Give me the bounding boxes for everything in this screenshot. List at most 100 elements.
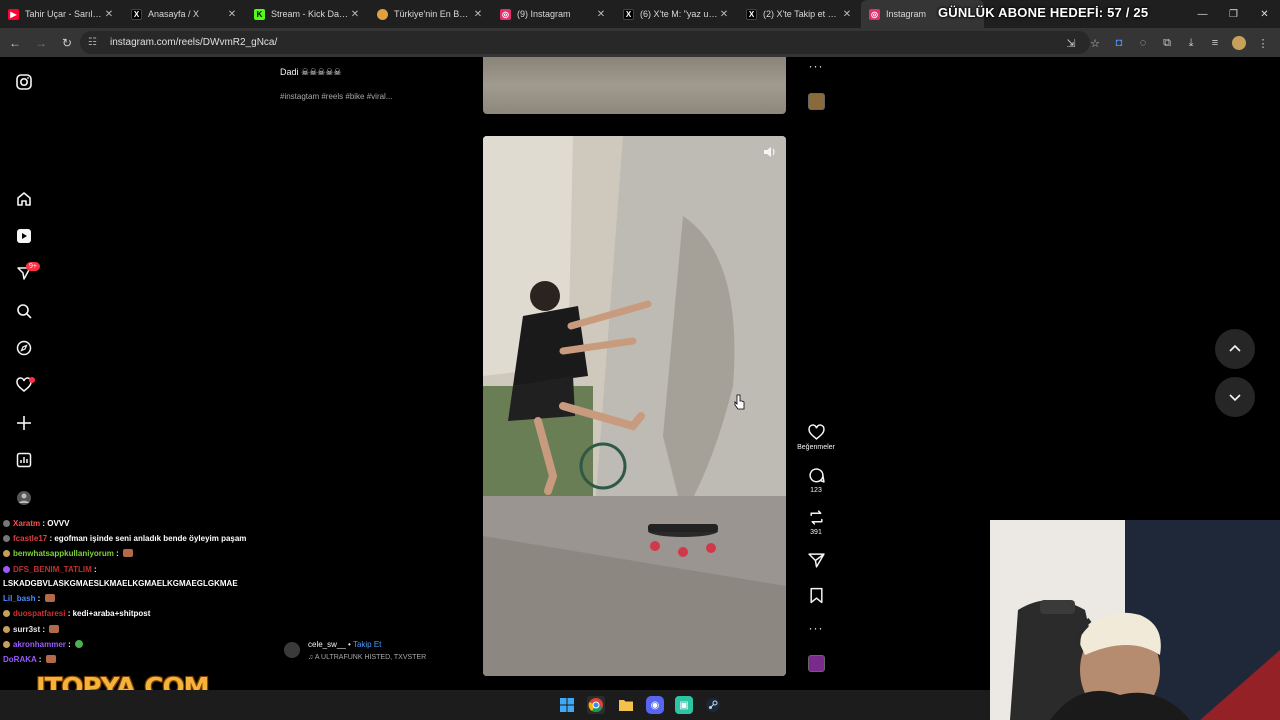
- previous-reel-video[interactable]: [483, 57, 786, 114]
- app-icon[interactable]: ▣: [675, 696, 693, 714]
- tab-0[interactable]: ▶ Tahir Uçar - Sarılara B ✕: [0, 0, 123, 28]
- install-app-icon[interactable]: ⇲: [1060, 32, 1082, 54]
- chat-emote: [49, 625, 60, 633]
- instagram-logo-icon[interactable]: [14, 72, 34, 92]
- close-window-icon[interactable]: ✕: [1249, 0, 1280, 28]
- search-icon[interactable]: [14, 301, 34, 321]
- url-text: instagram.com/reels/DWvmR2_gNca/: [110, 37, 278, 48]
- profile-avatar[interactable]: [14, 488, 34, 508]
- audio-track-name: A ULTRAFUNK HISTED, TXVSTER: [314, 654, 427, 661]
- comment-button[interactable]: 123: [796, 467, 836, 494]
- tab-4[interactable]: ◎ (9) Instagram ✕: [492, 0, 615, 28]
- save-button[interactable]: [796, 587, 836, 604]
- tab-1[interactable]: X Anasayfa / X ✕: [123, 0, 246, 28]
- chat-message: DoRAKA :: [3, 655, 56, 664]
- bookmark-star-icon[interactable]: ☆: [1084, 32, 1106, 54]
- chevron-down-icon: [1229, 394, 1241, 402]
- screen: ▶ Tahir Uçar - Sarılara B ✕ X Anasayfa /…: [0, 0, 1280, 720]
- audio-thumbnail-current[interactable]: [796, 655, 836, 672]
- chrome-icon[interactable]: [587, 696, 605, 714]
- discord-icon[interactable]: ◉: [646, 696, 664, 714]
- profile-avatar[interactable]: [1228, 32, 1250, 54]
- post-caption[interactable]: #instagtam #reels #bike #viral...: [280, 92, 393, 101]
- more-options[interactable]: ···: [796, 621, 836, 635]
- close-icon[interactable]: ✕: [718, 9, 730, 20]
- close-icon[interactable]: ✕: [595, 9, 607, 20]
- extension-icon[interactable]: ◘: [1108, 32, 1130, 54]
- repost-icon: [809, 510, 823, 525]
- notification-dot: [29, 377, 35, 383]
- share-button[interactable]: [796, 552, 836, 569]
- home-icon[interactable]: [14, 189, 34, 209]
- menu-icon[interactable]: ⋮: [1252, 32, 1274, 54]
- chat-message: duospatfaresi : kedi+araba+shitpost: [3, 609, 150, 618]
- follow-button[interactable]: Takip Et: [353, 640, 381, 649]
- media-control-icon[interactable]: ≡: [1204, 32, 1226, 54]
- kick-icon: K: [254, 8, 265, 20]
- maximize-icon[interactable]: ❐: [1218, 0, 1249, 28]
- url-field[interactable]: ☷ instagram.com/reels/DWvmR2_gNca/: [80, 31, 1090, 54]
- chat-badge-icon: [3, 520, 10, 527]
- next-reel-button[interactable]: [1215, 377, 1255, 417]
- chat-user: DFS_BENIM_TATLIM: [13, 565, 92, 574]
- tab-5[interactable]: X (6) X'te M: "yaz ufakt ✕: [615, 0, 738, 28]
- audio-thumbnail-prev[interactable]: [796, 93, 836, 110]
- chat-message: LSKADGBVLASKGMAESLKMAELKGMAELKGMAEGLGKMA…: [3, 579, 238, 588]
- tab-label: Stream - Kick Dashbo: [271, 9, 349, 19]
- create-plus-icon[interactable]: [14, 413, 34, 433]
- chat-message: DFS_BENIM_TATLIM :: [3, 565, 97, 574]
- tab-label: Tahir Uçar - Sarılara B: [25, 9, 103, 19]
- site-info-icon[interactable]: ☷: [88, 37, 100, 49]
- close-icon[interactable]: ✕: [103, 9, 115, 20]
- webcam-frame: [990, 520, 1280, 720]
- reels-icon[interactable]: [14, 226, 34, 246]
- x-icon: X: [623, 8, 634, 20]
- chat-message: benwhatsappkullaniyorum :: [3, 549, 134, 558]
- tab-3[interactable]: Türkiye'nin En Büyük ✕: [369, 0, 492, 28]
- chat-user: akronhammer: [13, 640, 66, 649]
- comment-count: 123: [810, 487, 822, 494]
- chat-emote: [44, 594, 55, 602]
- instagram-icon: ◎: [869, 8, 880, 20]
- previous-reel-button[interactable]: [1215, 329, 1255, 369]
- heart-icon: [807, 424, 825, 440]
- dashboard-icon[interactable]: [14, 450, 34, 470]
- address-bar-row: ← → ↻ ☷ instagram.com/reels/DWvmR2_gNca/…: [0, 28, 1280, 57]
- close-icon[interactable]: ✕: [349, 9, 361, 20]
- more-options-top[interactable]: ···: [796, 59, 836, 73]
- chat-user: DoRAKA: [3, 655, 37, 664]
- like-label: Beğenmeler: [797, 444, 835, 451]
- audio-track[interactable]: ♫ A ULTRAFUNK HISTED, TXVSTER: [308, 654, 426, 661]
- repost-count: 391: [810, 529, 822, 536]
- reload-icon[interactable]: ↻: [56, 32, 78, 54]
- tab-label: Türkiye'nin En Büyük: [394, 9, 472, 19]
- extension-icon[interactable]: ◌: [1132, 32, 1154, 54]
- audio-thumbnail: [807, 655, 825, 672]
- download-icon[interactable]: ⤓: [1180, 32, 1202, 54]
- repost-button[interactable]: 391: [796, 509, 836, 536]
- chat-message: surr3st :: [3, 625, 60, 634]
- close-icon[interactable]: ✕: [472, 9, 484, 20]
- tab-6[interactable]: X (2) X'te Takip et @da ✕: [738, 0, 861, 28]
- like-button[interactable]: Beğenmeler: [796, 424, 836, 451]
- explore-icon[interactable]: [14, 338, 34, 358]
- windows-start-icon[interactable]: [558, 696, 576, 714]
- chat-badge-icon: [3, 626, 10, 633]
- close-icon[interactable]: ✕: [226, 9, 238, 20]
- tab-2[interactable]: K Stream - Kick Dashbo ✕: [246, 0, 369, 28]
- chat-badge-icon: [3, 641, 10, 648]
- youtube-icon: ▶: [8, 8, 19, 20]
- file-explorer-icon[interactable]: [617, 696, 635, 714]
- extensions-puzzle-icon[interactable]: ⧉: [1156, 32, 1178, 54]
- chat-emote: [75, 640, 84, 648]
- back-icon[interactable]: ←: [4, 32, 26, 54]
- chat-message: akronhammer :: [3, 640, 84, 649]
- close-icon[interactable]: ✕: [841, 9, 853, 20]
- streamer-webcam: [990, 520, 1280, 720]
- volume-icon[interactable]: [762, 144, 778, 160]
- forward-icon[interactable]: →: [30, 32, 52, 54]
- minimize-icon[interactable]: —: [1187, 0, 1218, 28]
- steam-icon[interactable]: [704, 696, 722, 714]
- chat-message: fcastle17 : egofman işinde seni anladık …: [3, 534, 246, 543]
- post-username[interactable]: Dadi ☠☠☠☠☠: [280, 67, 341, 78]
